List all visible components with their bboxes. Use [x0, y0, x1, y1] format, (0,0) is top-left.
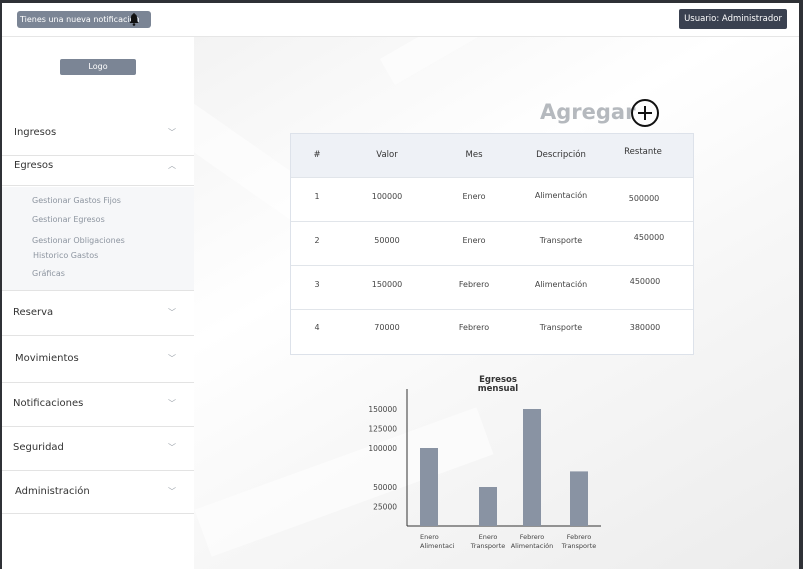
table-cell: Transporte: [539, 236, 583, 245]
sidebar-item-label: Seguridad: [13, 442, 64, 453]
bar: [570, 471, 588, 526]
chevron-down-icon: ﹀: [168, 354, 176, 363]
divider: [2, 185, 194, 186]
x-tick-label: Febrero: [520, 533, 545, 541]
sidebar-item-label: Egresos: [14, 160, 54, 171]
add-label[interactable]: Agregar: [540, 100, 635, 124]
y-tick-label: 50000: [373, 483, 397, 492]
table-row[interactable]: 1 100000 Enero Alimentación 500000: [291, 177, 693, 221]
table-cell: 70000: [374, 323, 400, 332]
top-bar: Tienes una nueva notificación Usuario: A…: [2, 3, 799, 37]
sidebar-item-movimientos[interactable]: Movimientos ﹀: [2, 336, 194, 382]
x-tick-label: Febrero: [567, 533, 592, 541]
y-tick-label: 25000: [373, 503, 397, 512]
x-tick-label: Enero: [479, 533, 498, 541]
x-tick-label: Alimentaci: [420, 542, 455, 550]
user-menu-button[interactable]: Usuario: Administrador: [679, 9, 787, 29]
sidebar-item-label: Notificaciones: [13, 398, 84, 409]
column-header: Valor: [376, 150, 398, 160]
column-header: Descripción: [536, 150, 586, 160]
chevron-up-icon: ︿: [168, 161, 176, 170]
table-cell: Febrero: [458, 280, 490, 289]
sidebar-item-ingresos[interactable]: Ingresos ﹀: [2, 119, 194, 153]
app-window: Tienes una nueva notificación Usuario: A…: [2, 3, 799, 569]
bell-icon: [129, 13, 139, 26]
table-cell: 500000: [628, 194, 660, 203]
table-cell: 450000: [629, 277, 661, 286]
table-row[interactable]: 4 70000 Febrero Transporte 380000: [291, 309, 693, 353]
sidebar-item-label: Movimientos: [15, 353, 79, 364]
table-cell: Transporte: [539, 323, 583, 332]
table-cell: 50000: [374, 236, 400, 245]
table-cell: 4: [314, 323, 320, 332]
sidebar-item-label: Ingresos: [14, 127, 57, 138]
bar: [523, 409, 541, 526]
table-cell: 3: [314, 280, 320, 289]
sidebar-item-reserva[interactable]: Reserva ﹀: [2, 291, 194, 335]
main-content: Agregar # Valor Mes Descripción Restante…: [194, 37, 799, 569]
submenu-item-historico[interactable]: Historico Gastos: [33, 251, 98, 260]
submenu-item-gastos-fijos[interactable]: Gestionar Gastos Fijos: [32, 196, 121, 205]
notification-button[interactable]: Tienes una nueva notificación: [17, 11, 151, 28]
chart-title: mensual: [478, 384, 519, 394]
add-circle-icon[interactable]: [630, 98, 660, 128]
background-decoration: [379, 37, 569, 85]
table-cell: 150000: [371, 280, 403, 289]
sidebar-item-administracion[interactable]: Administración ﹀: [2, 471, 194, 513]
bar: [420, 448, 438, 526]
logo-button[interactable]: Logo: [60, 59, 136, 75]
egresos-table: # Valor Mes Descripción Restante 1 10000…: [290, 133, 694, 355]
sidebar-item-seguridad[interactable]: Seguridad ﹀: [2, 427, 194, 470]
column-header: Restante: [624, 147, 662, 157]
sidebar-item-notificaciones[interactable]: Notificaciones ﹀: [2, 383, 194, 426]
column-header: #: [313, 150, 321, 160]
table-cell: 1: [314, 192, 320, 201]
submenu-item-obligaciones[interactable]: Gestionar Obligaciones: [32, 236, 125, 245]
table-cell: 2: [314, 236, 320, 245]
x-tick-label: Enero: [420, 533, 439, 541]
sidebar: Logo Ingresos ﹀ Egresos ︿ Gestionar Gast…: [2, 37, 195, 569]
table-row[interactable]: 2 50000 Enero Transporte 450000: [291, 221, 693, 265]
egresos-submenu: Gestionar Gastos Fijos Gestionar Egresos…: [2, 187, 194, 290]
table-cell: 380000: [629, 323, 661, 332]
chevron-down-icon: ﹀: [168, 308, 176, 317]
table-cell: Enero: [462, 192, 486, 201]
egresos-bar-chart: Egresosmensual15000012500010000050000250…: [368, 375, 601, 550]
table-cell: 100000: [371, 192, 403, 201]
sidebar-item-label: Administración: [15, 486, 90, 497]
y-tick-label: 125000: [368, 425, 397, 434]
x-tick-label: Transporte: [561, 542, 597, 550]
chevron-down-icon: ﹀: [168, 487, 176, 496]
table-cell: Enero: [462, 236, 486, 245]
sidebar-item-egresos[interactable]: Egresos ︿: [2, 155, 194, 185]
submenu-item-egresos[interactable]: Gestionar Egresos: [32, 215, 105, 224]
table-cell: Alimentación: [534, 191, 588, 200]
table-row[interactable]: 3 150000 Febrero Alimentación 450000: [291, 265, 693, 309]
submenu-item-graficas[interactable]: Gráficas: [32, 269, 65, 278]
chevron-down-icon: ﹀: [168, 443, 176, 452]
table-header: # Valor Mes Descripción Restante: [291, 134, 693, 177]
column-header: Mes: [465, 150, 483, 160]
x-tick-label: Alimentación: [511, 542, 554, 550]
notification-text: Tienes una nueva notificación: [20, 15, 140, 24]
table-cell: 450000: [633, 233, 665, 242]
y-tick-label: 150000: [368, 405, 397, 414]
chevron-down-icon: ﹀: [168, 399, 176, 408]
table-cell: Alimentación: [534, 280, 588, 289]
y-tick-label: 100000: [368, 444, 397, 453]
divider: [2, 513, 194, 514]
chevron-down-icon: ﹀: [168, 128, 176, 137]
x-tick-label: Transporte: [470, 542, 506, 550]
sidebar-item-label: Reserva: [13, 307, 54, 318]
table-cell: Febrero: [458, 323, 490, 332]
bar: [479, 487, 497, 526]
